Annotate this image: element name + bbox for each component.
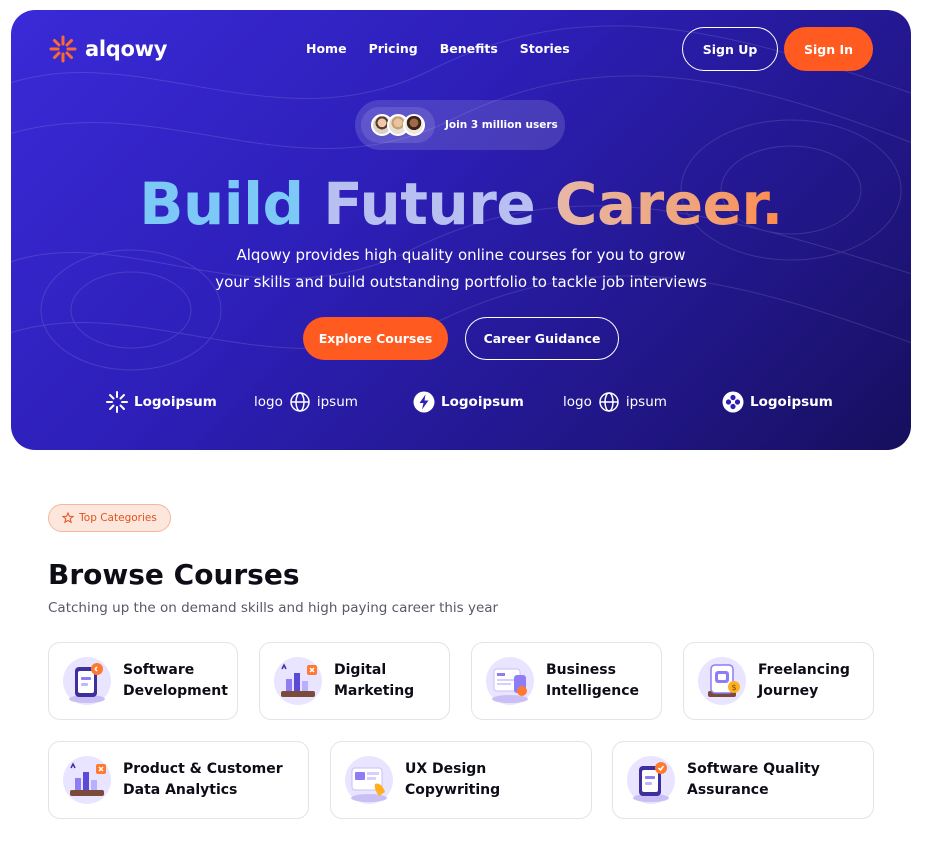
users-count-text: Join 3 million users [445, 119, 558, 131]
partner-logo-2: logo ipsum [254, 390, 358, 414]
phone-check-icon [627, 756, 675, 804]
course-card-digital-marketing[interactable]: Digital Marketing [259, 642, 450, 720]
hero-subtitle-line-2: your skills and build outstanding portfo… [215, 273, 707, 291]
sign-in-button[interactable]: Sign In [784, 27, 873, 71]
sign-up-button[interactable]: Sign Up [682, 27, 778, 71]
globe-icon [290, 392, 310, 412]
partner-logo-text: logo [563, 394, 592, 410]
hero-headline: Build Future Career. [11, 170, 911, 238]
svg-text:$: $ [731, 683, 736, 692]
partner-logo-text: ipsum [316, 394, 358, 410]
course-card-product-customer-data-analytics[interactable]: Product & Customer Data Analytics [48, 741, 309, 819]
nav-item-pricing[interactable]: Pricing [369, 41, 418, 56]
partner-logo-text: Logoipsum [134, 394, 217, 410]
partner-logo-text: Logoipsum [750, 394, 833, 410]
bar-chart-icon [274, 657, 322, 705]
course-label: Product & Customer Data Analytics [123, 761, 283, 798]
headline-word-career: Career. [554, 170, 783, 238]
sunburst-icon [106, 391, 128, 413]
course-label: Freelancing Journey [758, 662, 850, 699]
partner-logo-5: Logoipsum [722, 390, 833, 414]
nav-item-home[interactable]: Home [306, 41, 347, 56]
partner-logo-1: Logoipsum [106, 390, 217, 414]
users-badge: Join 3 million users [355, 100, 565, 150]
course-card-freelancing-journey[interactable]: $ Freelancing Journey [683, 642, 874, 720]
section-title: Browse Courses [48, 558, 300, 591]
course-card-ux-design-copywriting[interactable]: UX Design Copywriting [330, 741, 592, 819]
nav-item-benefits[interactable]: Benefits [440, 41, 498, 56]
partner-logo-text: logo [254, 394, 283, 410]
explore-courses-button[interactable]: Explore Courses [303, 317, 448, 360]
brand-logo[interactable]: alqowy [49, 35, 167, 63]
career-guidance-button[interactable]: Career Guidance [465, 317, 619, 360]
nav-item-stories[interactable]: Stories [520, 41, 570, 56]
clover-icon [722, 391, 744, 413]
course-card-software-development[interactable]: Software Development [48, 642, 238, 720]
avatar [403, 114, 425, 136]
partner-logo-3: Logoipsum [413, 390, 524, 414]
course-label: Software Quality Assurance [687, 761, 820, 798]
analytics-icon [63, 756, 111, 804]
headline-word-build: Build [139, 170, 304, 238]
course-label: Software Development [123, 662, 228, 699]
course-label: Business Intelligence [546, 662, 640, 699]
brand-name: alqowy [85, 37, 168, 61]
bolt-icon [413, 391, 435, 413]
course-label: Digital Marketing [334, 662, 415, 699]
partner-logo-text: Logoipsum [441, 394, 524, 410]
hero-subtitle-line-1: Alqowy provides high quality online cour… [236, 246, 686, 264]
course-card-software-quality-assurance[interactable]: Software Quality Assurance [612, 741, 874, 819]
course-label: UX Design Copywriting [405, 761, 501, 798]
main-nav: Home Pricing Benefits Stories [306, 41, 570, 56]
globe-icon [599, 392, 619, 412]
design-hand-icon [345, 756, 393, 804]
top-categories-badge: Top Categories [48, 504, 171, 532]
partner-logo-text: ipsum [625, 394, 667, 410]
headline-word-future: Future [323, 170, 536, 238]
star-icon [62, 512, 75, 524]
phone-code-icon [63, 657, 111, 705]
course-card-business-intelligence[interactable]: Business Intelligence [471, 642, 662, 720]
sunburst-logo-icon [49, 35, 77, 63]
section-subtitle: Catching up the on demand skills and hig… [48, 600, 499, 616]
phone-coin-icon: $ [698, 657, 746, 705]
top-categories-label: Top Categories [79, 512, 157, 524]
partner-logo-4: logo ipsum [563, 390, 667, 414]
dashboard-icon [486, 657, 534, 705]
avatar-group [361, 107, 435, 143]
hero-subtitle: Alqowy provides high quality online cour… [161, 242, 761, 296]
hero-section: alqowy Home Pricing Benefits Stories Sig… [11, 10, 911, 450]
